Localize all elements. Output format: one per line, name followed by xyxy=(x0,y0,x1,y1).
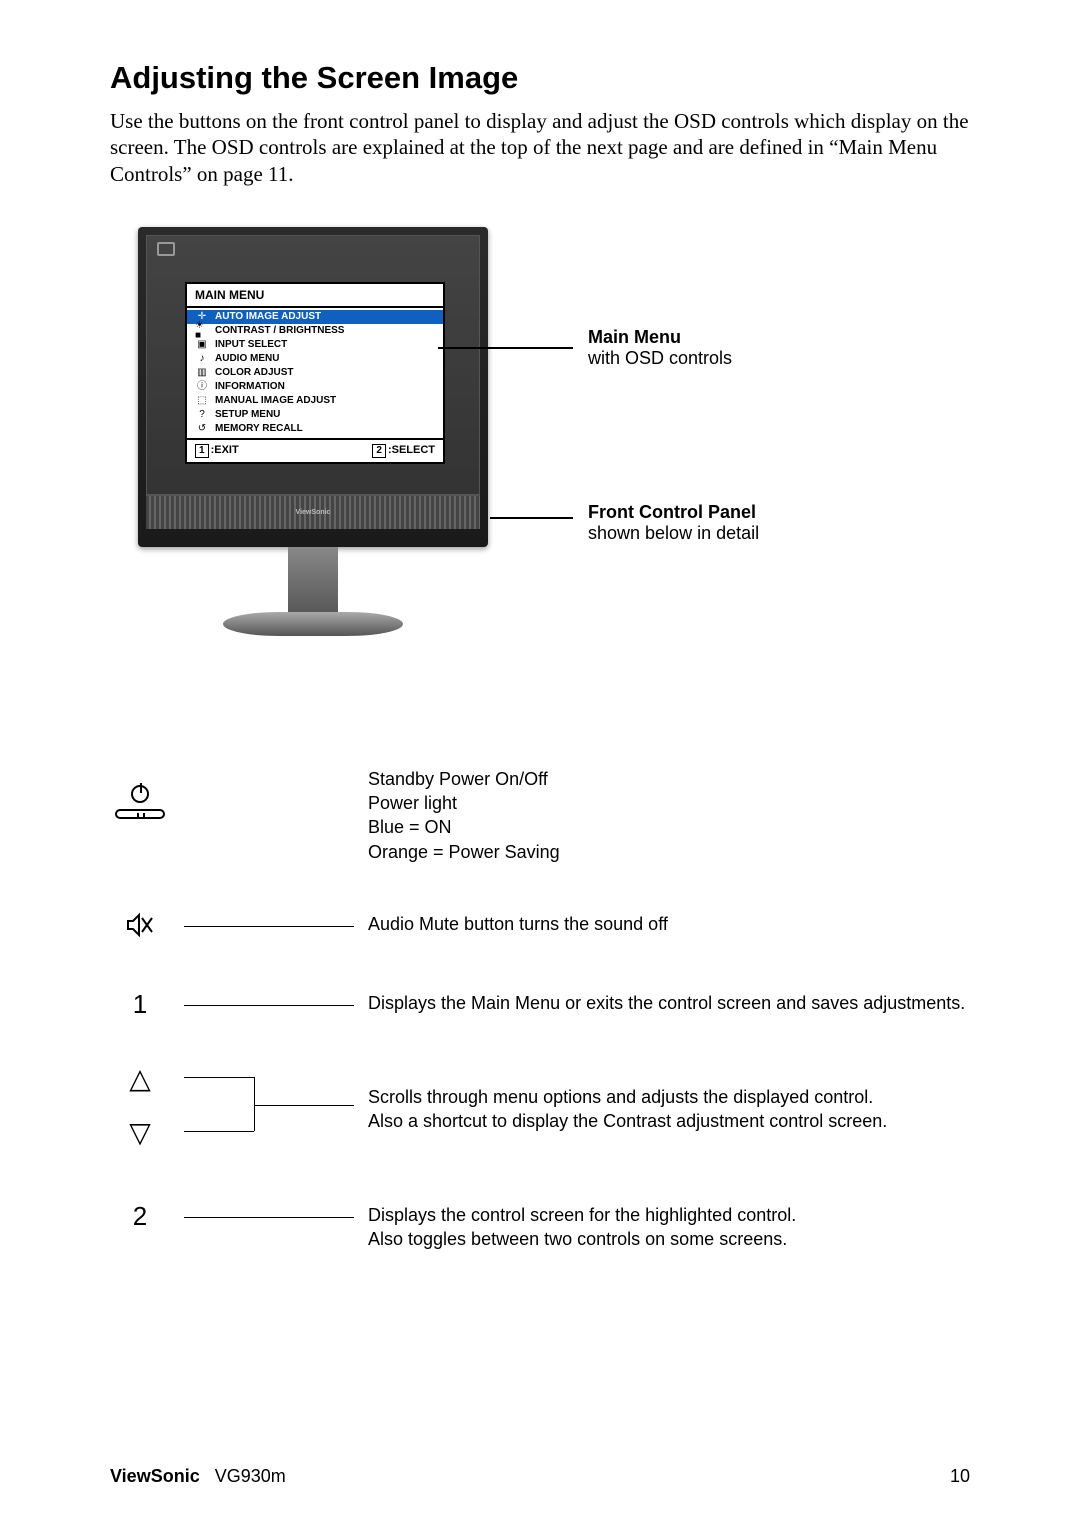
monitor-figure: MAIN MENU ✛AUTO IMAGE ADJUST☀■ CONTRAST /… xyxy=(138,227,970,657)
osd-item-icon: ♪ xyxy=(195,353,209,365)
mute-symbol xyxy=(110,912,170,943)
osd-select-num: 2 xyxy=(372,444,386,458)
monitor-stand xyxy=(288,547,338,617)
connector-line xyxy=(184,1005,354,1006)
osd-item: ? SETUP MENU xyxy=(195,408,435,422)
btn1-symbol: 1 xyxy=(110,991,170,1017)
footer-page-number: 10 xyxy=(950,1466,970,1487)
btn2-description: Displays the control screen for the high… xyxy=(368,1203,970,1252)
mute-icon xyxy=(126,912,154,943)
footer-brand: ViewSonic xyxy=(110,1466,200,1486)
osd-item: ⓘ INFORMATION xyxy=(195,380,435,394)
mute-description: Audio Mute button turns the sound off xyxy=(368,912,970,936)
controls-list: Standby Power On/Off Power light Blue = … xyxy=(110,767,970,1252)
power-line2: Power light xyxy=(368,791,970,815)
osd-item-label: INFORMATION xyxy=(215,381,285,392)
osd-item-label: CONTRAST / BRIGHTNESS xyxy=(215,325,344,336)
control-btn1-row: 1 Displays the Main Menu or exits the co… xyxy=(110,991,970,1017)
intro-paragraph: Use the buttons on the front control pan… xyxy=(110,108,970,187)
power-line3: Blue = ON xyxy=(368,815,970,839)
power-symbol xyxy=(110,785,170,819)
osd-item-icon: ? xyxy=(195,409,209,421)
osd-window: MAIN MENU ✛AUTO IMAGE ADJUST☀■ CONTRAST /… xyxy=(185,282,445,464)
osd-item: ↺ MEMORY RECALL xyxy=(195,422,435,436)
footer-model: VG930m xyxy=(215,1466,286,1486)
control-mute-row: Audio Mute button turns the sound off xyxy=(110,912,970,943)
callout-main-menu: Main Menu with OSD controls xyxy=(588,327,732,369)
control-arrows-row: △ ▽ Scrolls through menu options and adj… xyxy=(110,1065,970,1155)
arrow-connectors xyxy=(184,1065,354,1145)
osd-title: MAIN MENU xyxy=(187,284,443,306)
arrow-up-icon: △ xyxy=(129,1065,151,1093)
control-btn2-row: 2 Displays the control screen for the hi… xyxy=(110,1203,970,1252)
osd-item: ▣ INPUT SELECT xyxy=(195,338,435,352)
osd-item-label: AUDIO MENU xyxy=(215,353,279,364)
callout-front-panel: Front Control Panel shown below in detai… xyxy=(588,502,759,544)
power-line4: Orange = Power Saving xyxy=(368,840,970,864)
footer: ViewSonic VG930m 10 xyxy=(110,1466,970,1487)
page-title: Adjusting the Screen Image xyxy=(110,60,970,96)
callout-front-panel-bold: Front Control Panel xyxy=(588,502,759,523)
power-light-icon xyxy=(115,809,165,819)
osd-item-label: MANUAL IMAGE ADJUST xyxy=(215,395,336,406)
osd-select: 2:SELECT xyxy=(372,444,435,458)
arrow-down-icon: ▽ xyxy=(129,1119,151,1147)
arrows-line1: Scrolls through menu options and adjusts… xyxy=(368,1085,970,1109)
callout-main-menu-bold: Main Menu xyxy=(588,327,732,348)
osd-exit-num: 1 xyxy=(195,444,209,458)
arrows-description: Scrolls through menu options and adjusts… xyxy=(368,1065,970,1134)
power-description: Standby Power On/Off Power light Blue = … xyxy=(368,767,970,864)
osd-item-icon: ▥ xyxy=(195,367,209,379)
osd-item-label: COLOR ADJUST xyxy=(215,367,294,378)
connector-line xyxy=(184,926,354,927)
osd-item: ▥ COLOR ADJUST xyxy=(195,366,435,380)
btn2-line2: Also toggles between two controls on som… xyxy=(368,1227,970,1251)
osd-body: ✛AUTO IMAGE ADJUST☀■ CONTRAST / BRIGHTNES… xyxy=(187,306,443,440)
footer-left: ViewSonic VG930m xyxy=(110,1466,286,1487)
monitor-screen: MAIN MENU ✛AUTO IMAGE ADJUST☀■ CONTRAST /… xyxy=(146,235,480,495)
osd-item-label: AUTO IMAGE ADJUST xyxy=(215,311,321,322)
callout-line-front-panel xyxy=(490,517,573,519)
btn1-description: Displays the Main Menu or exits the cont… xyxy=(368,991,970,1015)
power-line1: Standby Power On/Off xyxy=(368,767,970,791)
monitor-brand: ViewSonic xyxy=(296,509,331,516)
power-icon xyxy=(131,785,149,803)
btn2-symbol: 2 xyxy=(110,1203,170,1229)
btn2-number: 2 xyxy=(133,1203,147,1229)
osd-item-label: SETUP MENU xyxy=(215,409,280,420)
osd-exit-label: :EXIT xyxy=(211,444,239,456)
osd-item-icon: ☀■ xyxy=(195,325,209,337)
osd-exit: 1:EXIT xyxy=(195,444,239,458)
monitor-base xyxy=(223,612,403,636)
control-power-row: Standby Power On/Off Power light Blue = … xyxy=(110,767,970,864)
btn1-number: 1 xyxy=(133,991,147,1017)
arrows-symbol: △ ▽ xyxy=(110,1065,170,1147)
osd-item: ♪ AUDIO MENU xyxy=(195,352,435,366)
osd-footer: 1:EXIT 2:SELECT xyxy=(187,440,443,462)
monitor: MAIN MENU ✛AUTO IMAGE ADJUST☀■ CONTRAST /… xyxy=(138,227,488,547)
osd-select-label: :SELECT xyxy=(388,444,435,456)
btn2-line1: Displays the control screen for the high… xyxy=(368,1203,970,1227)
osd-item-label: INPUT SELECT xyxy=(215,339,287,350)
arrows-line2: Also a shortcut to display the Contrast … xyxy=(368,1109,970,1133)
osd-item: ✛AUTO IMAGE ADJUST xyxy=(187,310,443,324)
osd-item: ☀■ CONTRAST / BRIGHTNESS xyxy=(195,324,435,338)
connector-line xyxy=(184,1217,354,1218)
osd-item: ⬚ MANUAL IMAGE ADJUST xyxy=(195,394,435,408)
osd-item-label: MEMORY RECALL xyxy=(215,423,303,434)
osd-item-icon: ⬚ xyxy=(195,395,209,407)
osd-item-icon: ▣ xyxy=(195,339,209,351)
osd-item-icon: ↺ xyxy=(195,423,209,435)
callout-line-main-menu xyxy=(438,347,573,349)
callout-front-panel-text: shown below in detail xyxy=(588,523,759,544)
osd-item-icon: ⓘ xyxy=(195,381,209,393)
callout-main-menu-text: with OSD controls xyxy=(588,348,732,369)
monitor-bezel: ViewSonic xyxy=(146,495,480,529)
screen-corner-icon xyxy=(157,242,175,256)
